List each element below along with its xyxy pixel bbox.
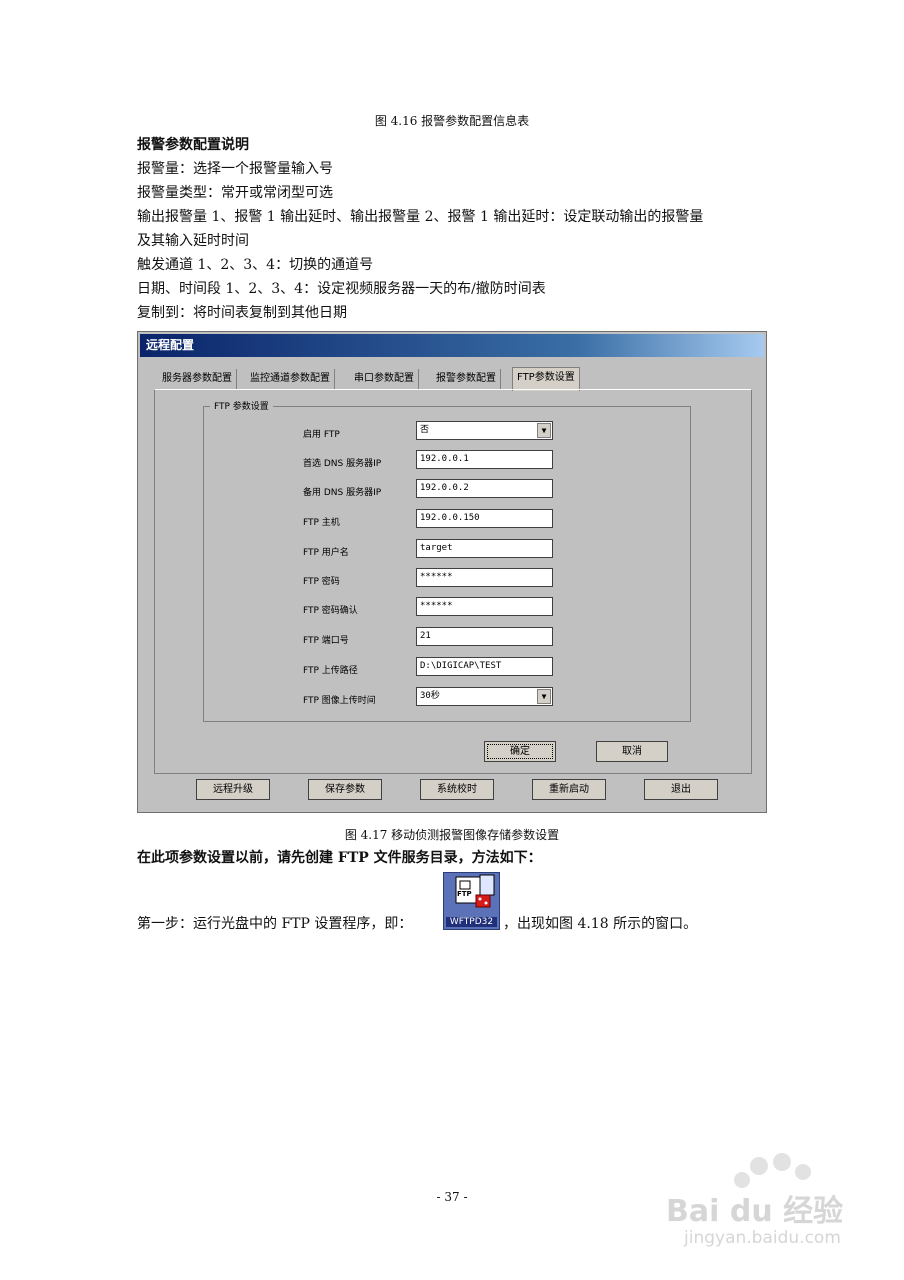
ftp-host-input[interactable]: 192.0.0.150 [416, 509, 553, 528]
icon-label: WFTPD32 [446, 917, 497, 927]
desc-line-2: 报警量类型：常开或常闭型可选 [137, 185, 333, 201]
dialog-titlebar: 远程配置 [140, 334, 764, 357]
watermark-url: jingyan.baidu.com [684, 1228, 841, 1248]
ok-button[interactable]: 确定 [484, 741, 556, 762]
primary-dns-input[interactable]: 192.0.0.1 [416, 450, 553, 469]
step1-text-after: ，出现如图 4.18 所示的窗口。 [503, 916, 698, 932]
chevron-down-icon[interactable]: ▼ [537, 423, 551, 438]
desc-line-7: 复制到：将时间表复制到其他日期 [137, 305, 347, 321]
ftp-image-upload-time-select[interactable]: 30秒 ▼ [416, 687, 553, 706]
sync-time-button[interactable]: 系统校时 [420, 779, 494, 800]
desc-line-1: 报警量：选择一个报警量输入号 [137, 161, 333, 177]
secondary-dns-input[interactable]: 192.0.0.2 [416, 479, 553, 498]
cancel-button[interactable]: 取消 [596, 741, 668, 762]
upload-time-value: 30秒 [420, 691, 440, 701]
secondary-dns-label: 备用 DNS 服务器IP [303, 488, 382, 498]
figure-caption-4-17: 图 4.17 移动侦测报警图像存储参数设置 [344, 828, 560, 842]
baidu-watermark: Bai du 经验 jingyan.baidu.com [664, 1150, 884, 1250]
primary-dns-label: 首选 DNS 服务器IP [303, 459, 382, 469]
ftp-image-upload-time-label: FTP 图像上传时间 [303, 696, 376, 706]
chevron-down-icon[interactable]: ▼ [537, 689, 551, 704]
remote-config-dialog: 远程配置 服务器参数配置 监控通道参数配置 串口参数配置 报警参数配置 FTP参… [137, 331, 767, 813]
section-title: 报警参数配置说明 [137, 137, 249, 153]
watermark-brand: Bai du 经验 [666, 1194, 844, 1229]
ftp-password-label: FTP 密码 [303, 577, 340, 587]
ftp-port-label: FTP 端口号 [303, 636, 349, 646]
ftp-upload-path-label: FTP 上传路径 [303, 666, 358, 676]
ftp-host-label: FTP 主机 [303, 518, 340, 528]
tab-server-params[interactable]: 服务器参数配置 [158, 369, 237, 389]
tab-alarm-params[interactable]: 报警参数配置 [432, 369, 501, 389]
tab-channel-params[interactable]: 监控通道参数配置 [246, 369, 335, 389]
desc-line-4: 及其输入延时时间 [137, 233, 249, 249]
ftp-user-label: FTP 用户名 [303, 548, 349, 558]
figure-caption-4-16: 图 4.16 报警参数配置信息表 [374, 114, 530, 128]
save-params-button[interactable]: 保存参数 [308, 779, 382, 800]
remote-upgrade-button[interactable]: 远程升级 [196, 779, 270, 800]
bold-instruction: 在此项参数设置以前，请先创建 FTP 文件服务目录，方法如下： [137, 850, 542, 866]
tab-ftp-params[interactable]: FTP参数设置 [512, 367, 580, 391]
desc-line-5: 触发通道 1、2、3、4：切换的通道号 [137, 257, 374, 273]
exit-button[interactable]: 退出 [644, 779, 718, 800]
ftp-group-label: FTP 参数设置 [210, 399, 273, 412]
step1-text-before: 第一步：运行光盘中的 FTP 设置程序，即： [137, 916, 413, 932]
desc-line-6: 日期、时间段 1、2、3、4：设定视频服务器一天的布/撤防时间表 [137, 281, 546, 297]
enable-ftp-label: 启用 FTP [303, 430, 340, 440]
ftp-password-confirm-input[interactable]: ****** [416, 597, 553, 616]
ftp-password-input[interactable]: ****** [416, 568, 553, 587]
ftp-user-input[interactable]: target [416, 539, 553, 558]
ftp-upload-path-input[interactable]: D:\DIGICAP\TEST [416, 657, 553, 676]
restart-button[interactable]: 重新启动 [532, 779, 606, 800]
desc-line-3: 输出报警量 1、报警 1 输出延时、输出报警量 2、报警 1 输出延时：设定联动… [137, 209, 704, 225]
icon-ftp-text: FTP [457, 890, 472, 898]
wftpd32-program-icon: FTP WFTPD32 [443, 872, 500, 930]
ftp-password-confirm-label: FTP 密码确认 [303, 606, 358, 616]
ftp-port-input[interactable]: 21 [416, 627, 553, 646]
tab-serial-params[interactable]: 串口参数配置 [350, 369, 419, 389]
enable-ftp-select[interactable]: 否 ▼ [416, 421, 553, 440]
enable-ftp-value: 否 [420, 425, 430, 435]
